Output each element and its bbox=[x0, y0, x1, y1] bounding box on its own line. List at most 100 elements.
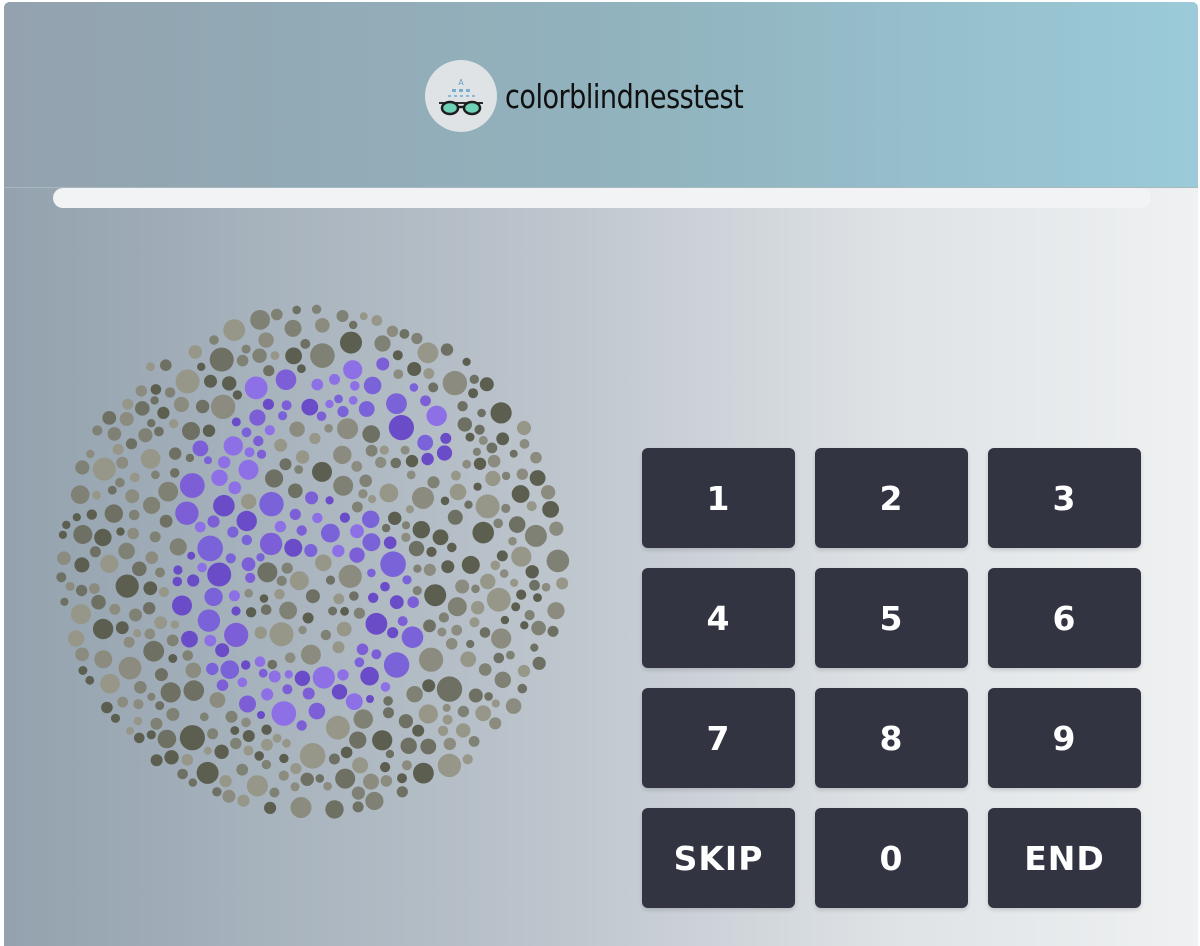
plate-dot bbox=[479, 627, 491, 638]
plate-dot bbox=[321, 523, 340, 543]
plate-dot bbox=[231, 606, 241, 616]
plate-dot bbox=[325, 575, 336, 585]
plate-dot bbox=[368, 495, 377, 504]
plate-dot bbox=[254, 751, 264, 761]
plate-dot bbox=[332, 641, 345, 654]
key-5-button[interactable]: 5 bbox=[815, 568, 968, 668]
plate-dot bbox=[116, 456, 129, 469]
plate-dot bbox=[274, 589, 285, 600]
plate-dot bbox=[469, 617, 480, 628]
plate-dot bbox=[118, 656, 142, 680]
brand[interactable]: A colorblindnesstest bbox=[425, 60, 796, 132]
plate-dot bbox=[254, 626, 267, 639]
plate-dot bbox=[294, 465, 304, 474]
plate-dot bbox=[284, 670, 293, 679]
plate-dot bbox=[62, 520, 71, 530]
plate-dot bbox=[328, 606, 338, 616]
plate-dot bbox=[260, 604, 272, 615]
key-8-button[interactable]: 8 bbox=[815, 688, 968, 788]
end-button[interactable]: END bbox=[988, 808, 1141, 908]
key-7-button[interactable]: 7 bbox=[642, 688, 795, 788]
plate-dot bbox=[350, 381, 360, 391]
answer-keypad: 1 2 3 4 5 6 7 8 9 SKIP 0 END bbox=[642, 448, 1142, 908]
plate-dot bbox=[426, 405, 447, 426]
key-4-button[interactable]: 4 bbox=[642, 568, 795, 668]
plate-dot bbox=[258, 332, 274, 348]
key-0-button[interactable]: 0 bbox=[815, 808, 968, 908]
plate-dot bbox=[491, 628, 512, 649]
plate-dot bbox=[274, 520, 287, 533]
key-2-button[interactable]: 2 bbox=[815, 448, 968, 548]
plate-dot bbox=[125, 438, 138, 450]
plate-dot bbox=[393, 369, 404, 379]
plate-dot bbox=[510, 578, 519, 587]
plate-dot bbox=[129, 608, 142, 622]
plate-dot bbox=[371, 315, 383, 326]
plate-dot bbox=[207, 728, 219, 740]
plate-dot bbox=[464, 500, 473, 509]
plate-dot bbox=[501, 503, 511, 513]
plate-dot bbox=[74, 557, 90, 573]
plate-dot bbox=[181, 630, 198, 648]
key-9-button[interactable]: 9 bbox=[988, 688, 1141, 788]
plate-dot bbox=[107, 427, 122, 441]
plate-dot bbox=[479, 377, 494, 392]
plate-dot bbox=[203, 746, 212, 755]
plate-dot bbox=[421, 452, 434, 466]
plate-dot bbox=[477, 408, 486, 418]
plate-dot bbox=[92, 425, 103, 436]
plate-dot bbox=[169, 447, 182, 460]
key-6-button[interactable]: 6 bbox=[988, 568, 1141, 668]
plate-dot bbox=[529, 470, 546, 486]
plate-dot bbox=[199, 712, 209, 722]
plate-dot bbox=[359, 474, 373, 488]
plate-dot bbox=[340, 606, 349, 616]
plate-dot bbox=[442, 370, 468, 396]
plate-dot bbox=[494, 671, 511, 688]
plate-dot bbox=[352, 501, 363, 513]
plate-dot bbox=[188, 778, 197, 787]
plate-dot bbox=[532, 656, 546, 670]
plate-dot bbox=[135, 385, 147, 397]
plate-dot bbox=[215, 643, 230, 658]
plate-dot bbox=[187, 551, 196, 560]
key-1-button[interactable]: 1 bbox=[642, 448, 795, 548]
plate-dot bbox=[282, 684, 293, 695]
plate-dot bbox=[213, 494, 235, 517]
plate-dot bbox=[526, 501, 537, 512]
plate-dot bbox=[241, 717, 251, 728]
plate-dot bbox=[496, 550, 508, 562]
plate-dot bbox=[129, 472, 140, 483]
plate-dot bbox=[388, 511, 402, 525]
plate-dot bbox=[511, 602, 521, 612]
plate-dot bbox=[511, 485, 530, 503]
brand-name: colorblindnesstest bbox=[505, 76, 744, 116]
plate-dot bbox=[102, 411, 117, 425]
plate-dot bbox=[516, 420, 532, 436]
plate-dot bbox=[401, 626, 424, 648]
plate-dot bbox=[150, 754, 163, 767]
plate-dot bbox=[401, 521, 411, 530]
plate-dot bbox=[480, 573, 496, 590]
plate-dot bbox=[197, 535, 223, 562]
plate-dot bbox=[204, 374, 217, 388]
plate-dot bbox=[349, 320, 358, 330]
plate-dot bbox=[371, 649, 382, 660]
key-3-button[interactable]: 3 bbox=[988, 448, 1141, 548]
plate-dot bbox=[241, 557, 256, 572]
plate-dot bbox=[462, 459, 472, 469]
plate-dot bbox=[445, 638, 458, 650]
plate-dot bbox=[259, 594, 269, 603]
plate-dot bbox=[188, 345, 203, 359]
plate-dot bbox=[245, 607, 257, 618]
plate-dot bbox=[197, 362, 206, 371]
plate-dot bbox=[241, 534, 252, 546]
plate-dot bbox=[238, 459, 259, 480]
skip-button[interactable]: SKIP bbox=[642, 808, 795, 908]
plate-dot bbox=[524, 524, 547, 547]
plate-dot bbox=[281, 562, 293, 574]
plate-dot bbox=[169, 468, 180, 478]
plate-dot bbox=[127, 527, 139, 540]
plate-dot bbox=[122, 398, 134, 410]
plate-dot bbox=[56, 572, 67, 583]
